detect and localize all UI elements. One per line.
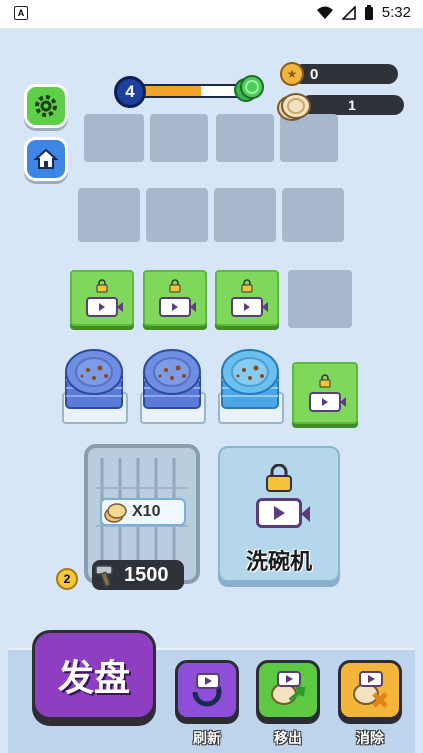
move-out-icon xyxy=(271,671,306,705)
dirty-plate-stack[interactable] xyxy=(216,346,284,416)
lock-icon xyxy=(169,279,181,293)
refresh-icon xyxy=(192,673,222,707)
lock-icon xyxy=(266,464,292,492)
video-ad-icon xyxy=(86,297,123,317)
locked-slot[interactable] xyxy=(143,270,207,326)
wifi-icon xyxy=(316,6,333,19)
settings-button[interactable] xyxy=(24,84,68,128)
level-badge: 4 xyxy=(114,76,146,108)
video-ad-icon xyxy=(231,297,268,317)
star-coin-icon: ★ xyxy=(280,62,304,86)
home-button[interactable] xyxy=(24,137,68,181)
home-icon xyxy=(33,148,59,169)
multiplier-text: X10 xyxy=(132,503,161,520)
plate-counter: 1 xyxy=(300,95,404,115)
upgrade-price: 1500 xyxy=(124,563,169,586)
coin-stack-icon xyxy=(104,503,127,523)
signal-icon xyxy=(341,5,356,20)
lock-icon xyxy=(319,374,331,388)
move-out-button[interactable] xyxy=(256,660,320,720)
deal-label: 发盘 xyxy=(57,657,130,698)
empty-slot[interactable] xyxy=(84,114,144,162)
lock-icon xyxy=(96,279,108,293)
battery-icon xyxy=(364,4,373,20)
video-ad-icon xyxy=(159,297,196,317)
locked-slot[interactable] xyxy=(70,270,134,326)
green-chips-icon xyxy=(234,75,264,102)
empty-slot[interactable] xyxy=(146,188,208,242)
app-notification-icon: A xyxy=(14,6,28,20)
move-out-label: 移出 xyxy=(274,730,302,746)
remove-button[interactable] xyxy=(338,660,402,720)
refresh-label: 刷新 xyxy=(193,730,221,746)
empty-slot[interactable] xyxy=(282,188,344,242)
video-ad-icon xyxy=(256,498,310,528)
refresh-button[interactable] xyxy=(175,660,239,720)
plate-stack-icon xyxy=(277,93,311,121)
empty-slot[interactable] xyxy=(150,114,208,162)
empty-slot[interactable] xyxy=(214,188,276,242)
deal-plates-button[interactable]: 发盘 xyxy=(32,630,156,720)
plate-count: 1 xyxy=(348,97,356,113)
remove-label: 消除 xyxy=(356,730,384,746)
dishwasher-label: 洗碗机 xyxy=(245,549,312,574)
level-progress-fill xyxy=(138,86,201,96)
coin-count: 0 xyxy=(310,65,319,83)
dirty-plate-stack[interactable] xyxy=(138,346,206,416)
lock-icon xyxy=(241,279,253,293)
hammer-icon xyxy=(95,565,113,588)
empty-slot[interactable] xyxy=(288,270,352,328)
status-time: 5:32 xyxy=(381,4,411,21)
coin-counter: 0 xyxy=(292,64,398,84)
empty-slot[interactable] xyxy=(216,114,274,162)
status-bar: A 5:32 xyxy=(0,0,423,28)
rack-level-badge: 2 xyxy=(56,568,78,590)
locked-slot[interactable] xyxy=(292,362,358,424)
dirty-plate-stack[interactable] xyxy=(60,346,128,416)
empty-slot[interactable] xyxy=(78,188,140,242)
remove-icon xyxy=(353,671,388,708)
dishwasher-locked[interactable]: 洗碗机 xyxy=(218,446,340,582)
gear-icon xyxy=(35,95,57,117)
video-ad-icon xyxy=(309,392,346,412)
locked-slot[interactable] xyxy=(215,270,279,326)
